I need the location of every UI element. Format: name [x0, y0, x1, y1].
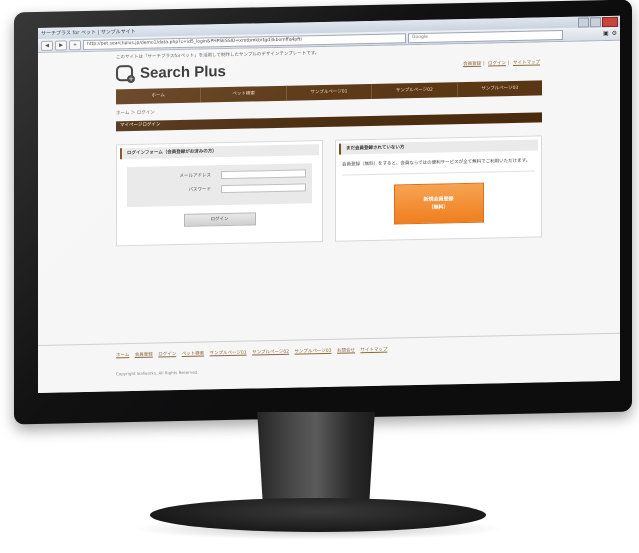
footer-link-sample-03[interactable]: サンプルページ03 — [295, 349, 332, 355]
logo-text: Search Plus — [140, 62, 226, 82]
nav-item-sample-03[interactable]: サンプルページ03 — [458, 80, 542, 97]
footer-link-sample-02[interactable]: サンプルページ02 — [252, 350, 289, 356]
register-button[interactable]: 新規会員登録 （無料） — [393, 182, 484, 225]
link-login[interactable]: ログイン — [488, 61, 506, 66]
close-button[interactable] — [602, 16, 618, 28]
section-title: マイページログイン — [116, 112, 542, 132]
nav-item-sample-02[interactable]: サンプルページ02 — [372, 82, 458, 99]
password-label: パスワード — [188, 187, 212, 193]
nav-item-sample-01[interactable]: サンプルページ01 — [286, 83, 373, 101]
footer-links: ホーム 会員登録 ログイン ペット検索 サンプルページ01 サンプルページ02 … — [116, 347, 391, 359]
register-box: まだ会員登録されていない方 会員登録（無料）をすると、会員ならではの便利サービス… — [335, 135, 542, 242]
login-box-heading: ログインフォーム（会員登録がお済みの方） — [120, 144, 319, 160]
gear-icon[interactable]: ⚙ — [612, 30, 617, 37]
page-menu-icon[interactable]: ▣ — [603, 30, 609, 37]
login-columns: ログインフォーム（会員登録がお済みの方） メールアドレス パスワード ログイン … — [116, 135, 542, 247]
site-footer: ホーム 会員登録 ログイン ペット検索 サンプルページ01 サンプルページ02 … — [38, 332, 620, 376]
email-label: メールアドレス — [179, 173, 212, 180]
maximize-button[interactable] — [590, 17, 601, 28]
monitor-stand-base — [150, 498, 486, 532]
footer-link-login[interactable]: ログイン — [158, 352, 176, 357]
window-controls — [578, 16, 618, 28]
footer-link-pet-search[interactable]: ペット検索 — [182, 351, 205, 356]
footer-link-sitemap[interactable]: サイトマップ — [360, 348, 387, 354]
link-register[interactable]: 会員登録 — [463, 62, 481, 67]
copyright: Copyright leafworks. All Rights Reserved… — [116, 369, 199, 377]
footer-link-sample-01[interactable]: サンプルページ01 — [210, 351, 247, 357]
add-bookmark-button[interactable]: + — [69, 39, 81, 50]
monitor: サーチプラス for ペット | サンプルサイト ◀ ▶ + http://pe… — [14, 0, 632, 425]
page-content: このサイトは「サーチプラスforペット」を活用して制作したサンプルのデザインテン… — [116, 42, 542, 247]
footer-link-register[interactable]: 会員登録 — [135, 353, 153, 358]
web-page: このサイトは「サーチプラスforペット」を活用して制作したサンプルのデザインテン… — [38, 40, 620, 393]
footer-link-contact[interactable]: お問合せ — [337, 348, 355, 353]
back-button[interactable]: ◀ — [41, 40, 53, 51]
link-sitemap[interactable]: サイトマップ — [513, 60, 540, 66]
register-box-heading: まだ会員登録されていない方 — [339, 139, 538, 155]
search-input[interactable]: Google — [408, 29, 563, 43]
browser-window: サーチプラス for ペット | サンプルサイト ◀ ▶ + http://pe… — [38, 15, 620, 393]
login-form: メールアドレス パスワード — [127, 163, 312, 208]
register-description: 会員登録（無料）をすると、会員ならではの便利サービスが全て無料でご利用いただけま… — [342, 158, 531, 168]
header-links: 会員登録 | ログイン | サイトマップ — [463, 60, 540, 68]
search-plus-logo-icon — [116, 64, 133, 82]
forward-button[interactable]: ▶ — [55, 39, 67, 51]
site-logo[interactable]: Search Plus — [116, 63, 226, 82]
nav-item-pet-search[interactable]: ペット検索 — [201, 85, 287, 103]
toolbar-icons: ▣ ⚙ — [603, 30, 617, 37]
monitor-stand-neck — [257, 412, 375, 504]
login-box: ログインフォーム（会員登録がお済みの方） メールアドレス パスワード ログイン — [116, 140, 323, 247]
register-button-sublabel: （無料） — [428, 204, 449, 211]
login-button[interactable]: ログイン — [183, 212, 256, 227]
footer-link-home[interactable]: ホーム — [116, 353, 129, 358]
divider — [342, 170, 535, 176]
window-title: サーチプラス for ペット | サンプルサイト — [41, 28, 136, 37]
password-field[interactable] — [221, 183, 306, 194]
nav-item-home[interactable]: ホーム — [116, 87, 202, 105]
minimize-button[interactable] — [578, 17, 589, 28]
email-field[interactable] — [221, 169, 306, 180]
